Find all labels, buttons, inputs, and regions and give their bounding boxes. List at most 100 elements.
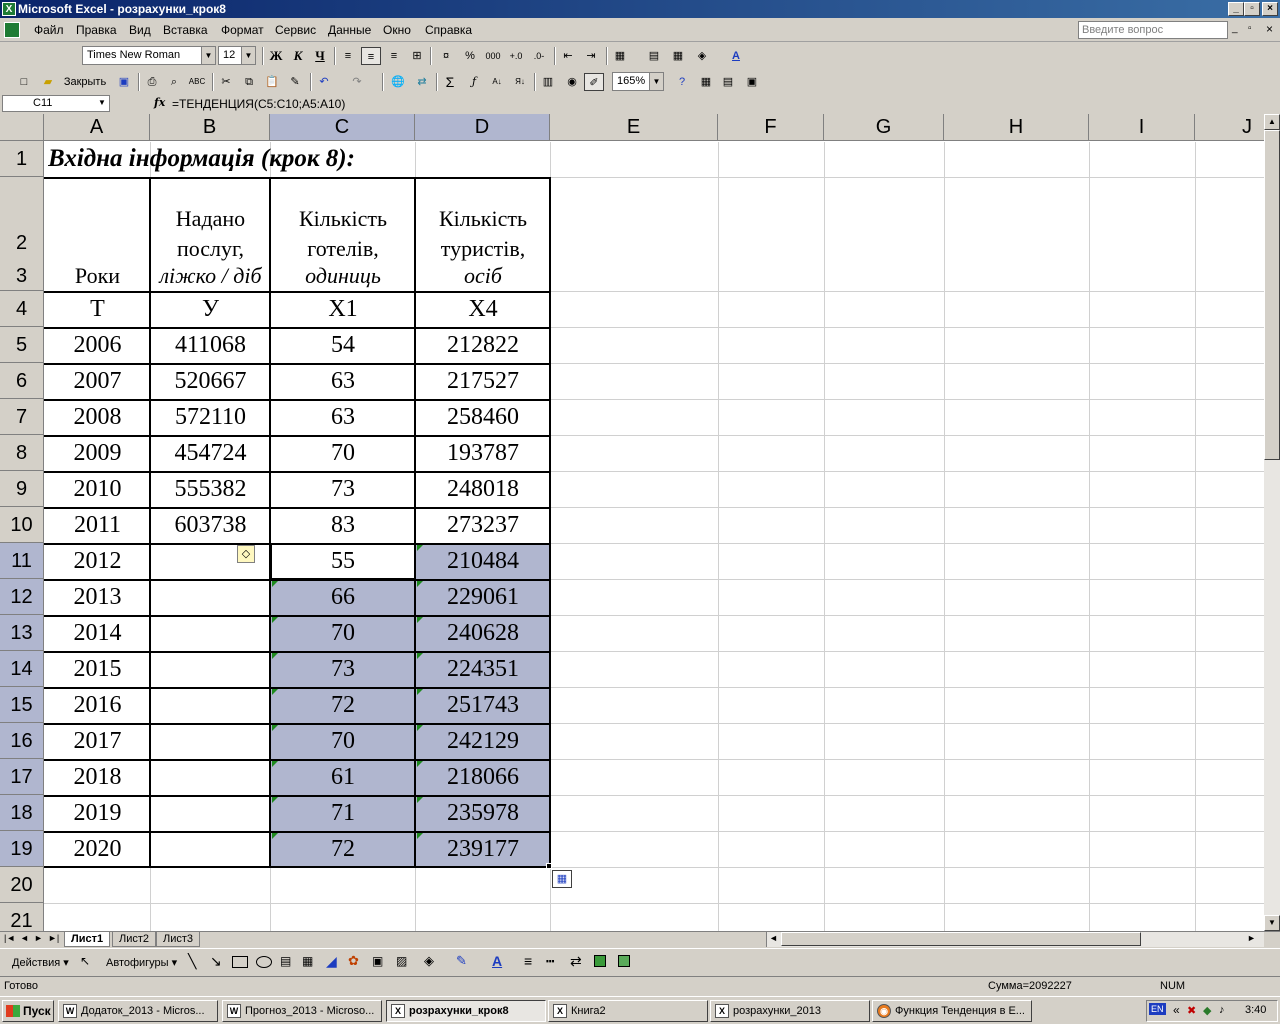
clipboard-icon[interactable]: ▣ <box>742 73 762 91</box>
hotels-cell[interactable]: 54 <box>271 328 415 363</box>
row-header-12[interactable]: 12 <box>0 579 44 615</box>
sort-asc-icon[interactable]: A↓ <box>487 73 507 91</box>
tourists-cell[interactable]: 242129 <box>416 724 550 759</box>
menu-file[interactable]: Файл <box>34 23 64 37</box>
hotels-cell[interactable]: 73 <box>271 652 415 687</box>
services-cell[interactable]: 454724 <box>151 436 270 471</box>
vertical-scrollbar[interactable]: ▲ ▼ <box>1264 114 1280 931</box>
language-indicator[interactable]: EN <box>1149 1003 1166 1015</box>
menu-window[interactable]: Окно <box>383 23 411 37</box>
formula-input[interactable]: =ТЕНДЕНЦИЯ(C5:C10;A5:A10) <box>172 97 345 111</box>
services-cell[interactable] <box>151 832 270 867</box>
column-header-g[interactable]: G <box>824 114 944 141</box>
start-button[interactable]: Пуск <box>2 1000 54 1022</box>
increase-decimal-icon[interactable]: +.0 <box>506 47 526 65</box>
services-cell[interactable] <box>151 616 270 651</box>
year-cell[interactable]: 2010 <box>45 472 150 507</box>
actions-menu[interactable]: Действия ▾ <box>12 956 69 969</box>
tourists-cell[interactable]: 251743 <box>416 688 550 723</box>
table-icon[interactable]: ▦ <box>696 73 716 91</box>
sheet-tab-3[interactable]: Лист3 <box>156 932 201 947</box>
menu-format[interactable]: Формат <box>221 23 264 37</box>
row-header-13[interactable]: 13 <box>0 615 44 651</box>
cut-icon[interactable]: ✂ <box>216 73 236 91</box>
close-button-toolbar[interactable]: Закрыть <box>60 73 110 91</box>
column-header-a[interactable]: A <box>44 114 150 141</box>
font-name-combo[interactable]: Times New Roman ▼ <box>82 46 216 65</box>
tourists-cell[interactable]: 193787 <box>416 436 550 471</box>
web-toolbar-icon[interactable]: ⇄ <box>412 73 432 91</box>
function-icon[interactable]: ƒ <box>464 73 484 91</box>
last-sheet-icon[interactable]: ►| <box>48 933 59 943</box>
scroll-up-icon[interactable]: ▲ <box>1264 114 1280 130</box>
hyperlink-icon[interactable]: 🌐 <box>388 73 408 91</box>
services-cell[interactable] <box>151 796 270 831</box>
help-icon[interactable]: ? <box>672 73 692 91</box>
year-cell[interactable]: 2011 <box>45 508 150 543</box>
row-header-18[interactable]: 18 <box>0 795 44 831</box>
font-color-draw-icon[interactable]: A <box>492 953 502 969</box>
prev-sheet-icon[interactable]: ◄ <box>20 933 29 943</box>
services-cell[interactable]: 520667 <box>151 364 270 399</box>
taskbar-button-2[interactable]: W Прогноз_2013 - Microso... <box>222 1000 382 1022</box>
scroll-right-icon[interactable]: ► <box>1247 933 1256 943</box>
services-cell[interactable] <box>151 688 270 723</box>
thousands-button[interactable]: 000 <box>483 47 503 65</box>
grid-icon[interactable]: ▦ <box>668 47 688 65</box>
tourists-cell[interactable]: 218066 <box>416 760 550 795</box>
arrow-style-icon[interactable]: ⇄ <box>570 953 582 970</box>
column-header-d[interactable]: D <box>415 114 550 141</box>
services-cell[interactable]: 555382 <box>151 472 270 507</box>
currency-icon[interactable]: ¤ <box>436 47 456 65</box>
year-cell[interactable]: 2017 <box>45 724 150 759</box>
taskbar-button-5[interactable]: Xрозрахунки_2013 <box>710 1000 870 1022</box>
hotels-cell[interactable]: 71 <box>271 796 415 831</box>
menu-help[interactable]: Справка <box>425 23 472 37</box>
scroll-down-icon[interactable]: ▼ <box>1264 915 1280 931</box>
menu-tools[interactable]: Сервис <box>275 23 316 37</box>
services-cell[interactable] <box>151 652 270 687</box>
dash-style-icon[interactable]: ┅ <box>546 953 554 970</box>
row-header-21[interactable]: 21 <box>0 903 44 931</box>
horizontal-scrollbar[interactable]: ◄ ► <box>766 932 1264 947</box>
row-header-5[interactable]: 5 <box>0 327 44 363</box>
symbol-cell[interactable]: У <box>151 292 270 327</box>
services-cell[interactable] <box>151 760 270 795</box>
new-document-icon[interactable]: □ <box>14 73 34 91</box>
align-left-icon[interactable]: ≡ <box>338 47 358 65</box>
row-header-1[interactable]: 1 <box>0 141 44 177</box>
year-cell[interactable]: 2013 <box>45 580 150 615</box>
hotels-cell[interactable]: 70 <box>271 724 415 759</box>
services-cell[interactable] <box>151 724 270 759</box>
tourists-cell[interactable]: 235978 <box>416 796 550 831</box>
fill-handle[interactable] <box>546 863 552 869</box>
row-header-17[interactable]: 17 <box>0 759 44 795</box>
textbox-icon[interactable]: ▤ <box>280 954 291 968</box>
drawing-icon[interactable]: ✐ <box>584 73 604 91</box>
column-header-i[interactable]: I <box>1089 114 1195 141</box>
hotels-cell[interactable]: 73 <box>271 472 415 507</box>
column-header-c[interactable]: C <box>270 114 415 141</box>
list-icon[interactable]: ▤ <box>718 73 738 91</box>
open-folder-icon[interactable]: ▰ <box>38 73 58 91</box>
chart-wizard-icon[interactable]: ▥ <box>538 73 558 91</box>
select-all-corner[interactable] <box>0 114 44 141</box>
year-cell[interactable]: 2020 <box>45 832 150 867</box>
tourists-cell[interactable]: 212822 <box>416 328 550 363</box>
row-header-4[interactable]: 4 <box>0 291 44 327</box>
rectangle-icon[interactable] <box>232 956 248 968</box>
map-icon[interactable]: ◉ <box>562 73 582 91</box>
decrease-indent-icon[interactable]: ⇤ <box>558 47 578 65</box>
taskbar-button-1[interactable]: W Додаток_2013 - Micros... <box>58 1000 218 1022</box>
tourists-cell[interactable]: 210484 <box>416 544 550 579</box>
close-button[interactable]: × <box>1262 2 1278 16</box>
chevron-down-icon[interactable]: ▼ <box>98 98 106 107</box>
redo-icon[interactable]: ↷ <box>347 73 367 91</box>
column-header-j[interactable]: J <box>1195 114 1264 141</box>
tray-expand-icon[interactable]: « <box>1173 1003 1180 1017</box>
paint-bucket-icon[interactable]: ◈ <box>692 47 712 65</box>
print-icon[interactable]: ⎙ <box>142 73 162 91</box>
name-box[interactable]: C11 <box>2 95 110 112</box>
decrease-decimal-icon[interactable]: .0- <box>529 47 549 65</box>
menu-edit[interactable]: Правка <box>76 23 117 37</box>
